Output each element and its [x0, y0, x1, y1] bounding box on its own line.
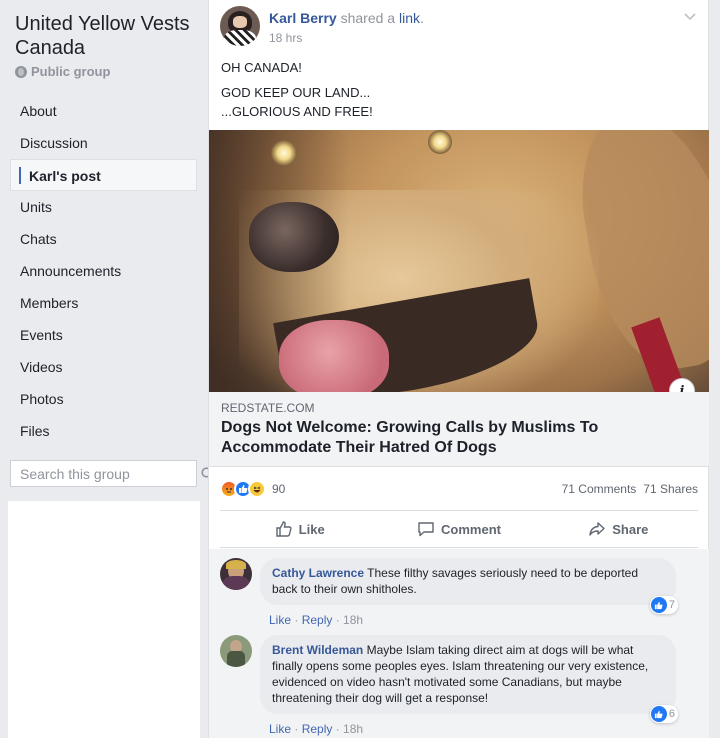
comment-meta: Like · Reply · 18h: [269, 722, 364, 736]
post-text: OH CANADA! GOD KEEP OUR LAND... ...GLORI…: [221, 58, 373, 127]
comment-reaction-count: 7: [668, 599, 675, 611]
like-reaction-icon: [650, 597, 667, 613]
comment-meta: Like · Reply · 18h: [269, 613, 364, 627]
reactions-summary[interactable]: 90: [220, 480, 285, 498]
comment-label: Comment: [441, 521, 501, 537]
post-text-line: ...GLORIOUS AND FREE!: [221, 104, 373, 119]
link-preview-box[interactable]: REDSTATE.COM Dogs Not Welcome: Growing C…: [209, 392, 709, 467]
post-stats: 90 71 Comments 71 Shares: [220, 475, 698, 503]
comments-section: Cathy Lawrence These filthy savages seri…: [209, 549, 709, 738]
nav-item-events[interactable]: Events: [10, 319, 197, 351]
post-text-line: GOD KEEP OUR LAND...: [221, 85, 371, 100]
chevron-down-icon[interactable]: [684, 10, 696, 22]
nav-item-about[interactable]: About: [10, 95, 197, 127]
comment-button[interactable]: Comment: [379, 511, 538, 547]
nav-item-files[interactable]: Files: [10, 415, 197, 447]
shared-link-word[interactable]: link: [399, 10, 420, 26]
post-timestamp[interactable]: 18 hrs: [269, 31, 424, 45]
like-button[interactable]: Like: [220, 511, 379, 547]
nav-item-discussion[interactable]: Discussion: [10, 127, 197, 159]
reaction-count: 90: [272, 482, 286, 496]
like-label: Like: [298, 521, 325, 537]
haha-reaction-icon: [248, 480, 266, 498]
commenter-avatar[interactable]: [220, 635, 252, 667]
nav-item-units[interactable]: Units: [10, 191, 197, 223]
comment-bubble: Cathy Lawrence These filthy savages seri…: [260, 558, 678, 614]
nav-item-videos[interactable]: Videos: [10, 351, 197, 383]
comment-like-link[interactable]: Like: [269, 722, 291, 736]
share-label: Share: [612, 521, 649, 537]
post-card: Karl Berry shared a link. 18 hrs OH CANA…: [208, 0, 709, 738]
comment-like-link[interactable]: Like: [269, 613, 291, 627]
sidebar-blank-panel: [8, 501, 200, 738]
post-action-text: shared a: [340, 10, 396, 26]
nav-item-members[interactable]: Members: [10, 287, 197, 319]
link-preview-image[interactable]: i: [209, 130, 709, 392]
comment-reactions[interactable]: 6: [649, 705, 678, 723]
group-nav: About Discussion Karl's post Units Chats…: [10, 95, 197, 447]
nav-item-chats[interactable]: Chats: [10, 223, 197, 255]
comment-time[interactable]: 18h: [343, 613, 363, 627]
share-button[interactable]: Share: [539, 511, 698, 547]
comments-count[interactable]: 71 Comments: [562, 482, 637, 496]
group-privacy: Public group: [15, 64, 110, 79]
post-headline: Karl Berry shared a link.: [269, 10, 424, 26]
comment-item: Brent Wildeman Maybe Islam taking direct…: [220, 635, 678, 736]
comment-icon: [418, 522, 434, 537]
group-title[interactable]: United Yellow Vests Canada: [15, 12, 200, 60]
commenter-name[interactable]: Cathy Lawrence: [272, 566, 364, 580]
comment-item: Cathy Lawrence These filthy savages seri…: [220, 558, 678, 627]
comment-reply-link[interactable]: Reply: [302, 613, 333, 627]
commenter-name[interactable]: Brent Wildeman: [272, 643, 363, 657]
comment-reaction-count: 6: [668, 708, 675, 720]
link-title[interactable]: Dogs Not Welcome: Growing Calls by Musli…: [221, 418, 661, 458]
nav-item-photos[interactable]: Photos: [10, 383, 197, 415]
post-header: Karl Berry shared a link. 18 hrs: [220, 6, 424, 46]
comment-time[interactable]: 18h: [343, 722, 363, 736]
nav-item-karls-post[interactable]: Karl's post: [10, 159, 197, 191]
shares-count[interactable]: 71 Shares: [643, 482, 698, 496]
comment-reactions[interactable]: 7: [649, 596, 678, 614]
author-name[interactable]: Karl Berry: [269, 10, 337, 26]
post-actions: Like Comment Share: [220, 510, 698, 548]
like-reaction-icon: [650, 706, 667, 722]
comment-reply-link[interactable]: Reply: [302, 722, 333, 736]
group-privacy-label: Public group: [31, 64, 111, 79]
author-avatar[interactable]: [220, 6, 260, 46]
globe-icon: [15, 65, 27, 78]
comment-bubble: Brent Wildeman Maybe Islam taking direct…: [260, 635, 678, 723]
share-icon: [589, 522, 605, 536]
thumbs-up-icon: [275, 521, 292, 537]
search-input[interactable]: [11, 461, 201, 486]
nav-item-announcements[interactable]: Announcements: [10, 255, 197, 287]
commenter-avatar[interactable]: [220, 558, 252, 590]
group-search: [10, 460, 215, 487]
link-domain: REDSTATE.COM: [221, 401, 315, 415]
post-text-line: OH CANADA!: [221, 60, 302, 75]
group-sidebar: United Yellow Vests Canada Public group …: [0, 0, 215, 738]
